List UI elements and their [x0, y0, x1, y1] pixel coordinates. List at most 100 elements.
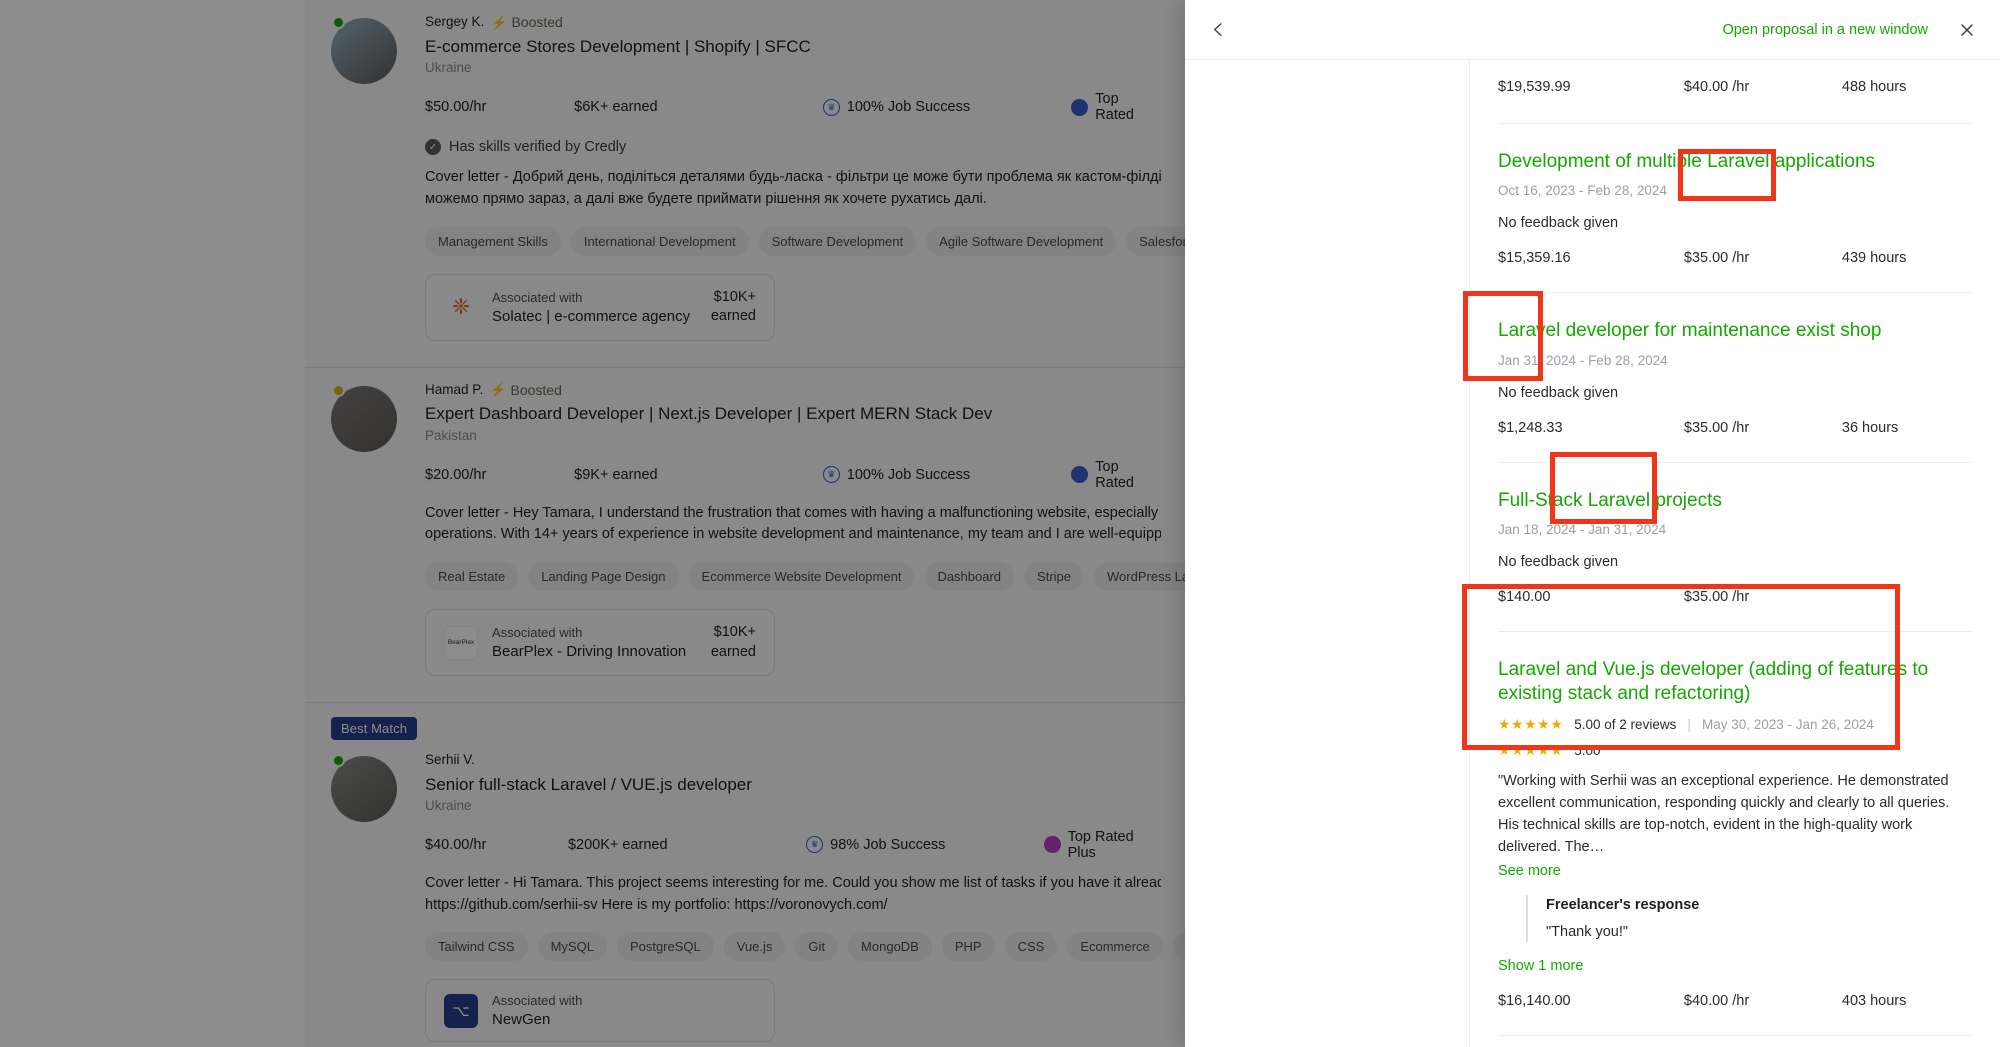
avatar-column	[331, 14, 407, 341]
skill-tag[interactable]: Ecommerce	[1067, 932, 1163, 962]
cover-letter: Cover letter - Hey Tamara, I understand …	[425, 503, 1161, 547]
cover-letter-line: https://github.com/serhii-sv Here is my …	[425, 896, 888, 913]
freelancer-country: Ukraine	[425, 797, 472, 813]
skill-tag[interactable]: Management Skills	[425, 226, 561, 256]
proposal-info: Sergey K. ⚡ Boosted E-commerce Stores Dev…	[425, 14, 1185, 341]
work-history-item: Laravel and Vue.js developer (adding of …	[1498, 630, 1972, 1035]
agency-text: Associated with Solatec | e-commerce age…	[492, 290, 697, 325]
associated-agency-card[interactable]: ❈ Associated with Solatec | e-commerce a…	[425, 273, 775, 341]
job-success-stat: ♛ 100% Job Success	[822, 466, 1072, 484]
freelancer-name[interactable]: Sergey K.	[425, 14, 484, 30]
skill-tag[interactable]: Agile Software Development	[926, 226, 1117, 256]
contract-hours: 403 hours	[1841, 992, 1907, 1009]
associated-agency-card[interactable]: ⌥ Associated with NewGen	[425, 979, 775, 1043]
associated-agency-card[interactable]: BearPlex Associated with BearPlex - Driv…	[425, 609, 775, 677]
skill-tags: Management Skills International Developme…	[425, 226, 1185, 256]
best-match-badge: Best Match	[331, 717, 418, 741]
top-rated-stat: Top Rated Plus	[1044, 829, 1161, 861]
skill-tag[interactable]: MySQL	[537, 932, 607, 962]
proposal-card[interactable]: Hamad P. ⚡ Boosted Expert Dashboard Devel…	[305, 368, 1185, 704]
app-root: Sergey K. ⚡ Boosted E-commerce Stores Dev…	[0, 0, 2000, 1047]
avatar-column	[331, 752, 407, 1042]
agency-earned: $10K+ earned	[710, 288, 756, 325]
skill-tag[interactable]: WordPress Landing Page	[1094, 562, 1185, 592]
job-title-link[interactable]: Laravel developer for maintenance exist …	[1498, 319, 1972, 343]
contract-amount: $16,140.00	[1498, 992, 1571, 1009]
contract-hours: 439 hours	[1841, 250, 1907, 267]
top-rated-icon	[1071, 466, 1089, 484]
job-success-label: 100% Job Success	[846, 99, 971, 116]
top-rated-stat: Top Rated	[1071, 91, 1161, 123]
show-more-link[interactable]: Show 1 more	[1498, 958, 1972, 974]
freelancer-country: Pakistan	[425, 427, 477, 443]
hourly-rate: $40.00/hr	[425, 836, 487, 853]
skill-tag[interactable]: Git	[795, 932, 839, 962]
skill-tag[interactable]: Tailwind CSS	[425, 932, 528, 962]
bolt-icon: ⚡	[490, 382, 507, 398]
freelancer-name[interactable]: Serhii V.	[425, 752, 475, 768]
skill-tag[interactable]: Software Development	[758, 226, 917, 256]
job-title-link[interactable]: Development of multiple Laravel applicat…	[1498, 150, 1972, 174]
freelancer-stats: $50.00/hr $6K+ earned ♛ 100% Job Success…	[425, 91, 1161, 123]
feedback-text: No feedback given	[1498, 553, 1619, 570]
associated-with-label: Associated with	[492, 625, 583, 641]
contract-dates: May 30, 2023 - Jan 26, 2024	[1701, 716, 1874, 732]
sub-rating-row: ★★★★★ 5.00	[1498, 742, 1972, 759]
skill-tag[interactable]: PostgreSQL	[616, 932, 714, 962]
job-title-link[interactable]: Full-Stack Laravel projects	[1498, 489, 1972, 513]
proposal-card[interactable]: Best Match Serhii V. Senior full-stack L…	[305, 703, 1185, 1047]
skill-tag[interactable]: Stripe	[1024, 562, 1085, 592]
contract-amount: $1,248.33	[1498, 419, 1563, 436]
skill-tag[interactable]: CSS	[1004, 932, 1058, 962]
open-proposal-new-window-link[interactable]: Open proposal in a new window	[1722, 22, 1928, 38]
top-rated-label: Top Rated Plus	[1067, 828, 1134, 861]
top-rated-icon	[1044, 836, 1061, 854]
skill-tag[interactable]: Real Estate	[425, 562, 519, 592]
freelancer-title: Senior full-stack Laravel / VUE.js devel…	[425, 774, 752, 794]
skill-tag[interactable]: Salesforce	[1126, 226, 1185, 256]
skill-tags: Real Estate Landing Page Design Ecommerce …	[425, 562, 1185, 592]
skill-tag[interactable]: Ecommerce Website Development	[688, 562, 915, 592]
skill-tag[interactable]: ChatGPT	[1172, 932, 1185, 962]
agency-text: Associated with NewGen	[492, 993, 756, 1028]
skill-tag[interactable]: PHP	[941, 932, 995, 962]
job-rating-row: ★★★★★ 5.00 of 2 reviews | May 30, 2023 -…	[1498, 716, 1972, 733]
panel-columns: $19,539.99 $40.00 /hr 488 hours Developm…	[1185, 60, 2000, 1047]
feedback-text: No feedback given	[1498, 215, 1619, 232]
work-history-list: $19,539.99 $40.00 /hr 488 hours Developm…	[1470, 79, 2000, 1047]
agency-name: NewGen	[492, 1011, 551, 1029]
agency-logo-icon: ⌥	[444, 993, 478, 1028]
panel-right-column[interactable]: $19,539.99 $40.00 /hr 488 hours Developm…	[1470, 60, 2000, 1047]
see-more-link[interactable]: See more	[1498, 863, 1972, 879]
contract-dates: Jan 18, 2024 - Jan 31, 2024	[1498, 521, 1667, 537]
contract-hours: 36 hours	[1841, 419, 1899, 436]
proposal-card-body: Hamad P. ⚡ Boosted Expert Dashboard Devel…	[331, 382, 1185, 677]
job-title-link[interactable]: Laravel and Vue.js developer (adding of …	[1498, 658, 1972, 707]
job-success-stat: ♛ 100% Job Success	[822, 98, 1072, 116]
freelancer-country: Ukraine	[425, 60, 472, 76]
skill-tag[interactable]: Vue.js	[723, 932, 786, 962]
freelancer-name[interactable]: Hamad P.	[425, 382, 483, 398]
skill-tags: Tailwind CSS MySQL PostgreSQL Vue.js Git Mong…	[425, 932, 1185, 962]
contract-hours: 488 hours	[1841, 79, 1907, 95]
star-rating-icon: ★★★★★	[1498, 741, 1564, 758]
left-gutter	[0, 0, 305, 1047]
agency-text: Associated with BearPlex - Driving Innov…	[492, 625, 697, 660]
agency-logo-icon: ❈	[451, 294, 471, 320]
contract-dates: Oct 16, 2023 - Feb 28, 2024	[1498, 183, 1667, 199]
cover-letter-line: можемо прямо зараз, а далі вже будете пр…	[425, 190, 987, 207]
online-status-dot	[332, 16, 345, 29]
proposals-column: Sergey K. ⚡ Boosted E-commerce Stores Dev…	[305, 0, 1185, 1047]
contract-rate: $35.00 /hr	[1683, 419, 1750, 436]
rating-summary: 5.00 of 2 reviews	[1574, 716, 1677, 732]
skill-tag[interactable]: Dashboard	[924, 562, 1015, 592]
proposal-card[interactable]: Sergey K. ⚡ Boosted E-commerce Stores Dev…	[305, 0, 1185, 368]
divider: |	[1687, 716, 1691, 733]
chevron-left-icon[interactable]	[1203, 15, 1233, 45]
skill-tag[interactable]: Landing Page Design	[528, 562, 679, 592]
skill-tag[interactable]: International Development	[570, 226, 749, 256]
skill-tag[interactable]: MongoDB	[848, 932, 932, 962]
close-icon[interactable]	[1950, 13, 1984, 47]
agency-name: Solatec | e-commerce agency	[492, 307, 691, 325]
boosted-badge: ⚡ Boosted	[491, 14, 563, 30]
